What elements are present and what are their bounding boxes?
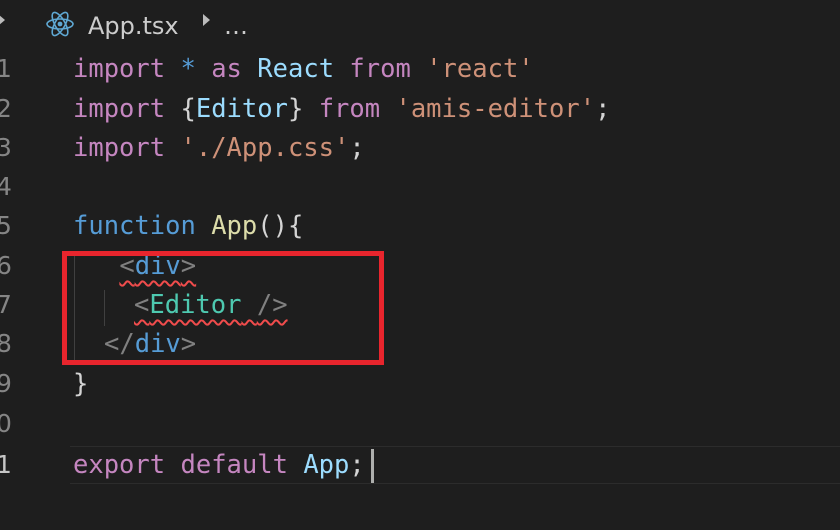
identifier: React	[257, 54, 335, 84]
line-number: 8	[0, 329, 12, 358]
function-name: App	[211, 211, 258, 241]
keyword: function	[73, 211, 196, 241]
keyword: import	[73, 133, 166, 163]
line-number: 1	[0, 54, 12, 83]
line-number: 7	[0, 290, 12, 319]
chevron-right-icon	[203, 14, 210, 26]
punctuation: ()	[257, 211, 288, 241]
line-number: 5	[0, 211, 12, 240]
keyword: export	[73, 450, 166, 480]
line-number: 9	[0, 369, 12, 398]
text-cursor	[371, 449, 374, 483]
keyword: import	[73, 54, 166, 84]
chevron-right-icon[interactable]	[0, 14, 5, 26]
line-number: 2	[0, 94, 12, 123]
identifier: App	[303, 450, 350, 480]
punctuation: ;	[349, 133, 365, 163]
keyword: import	[73, 94, 166, 124]
breadcrumb-ellipsis[interactable]: …	[224, 9, 248, 43]
code-line-5[interactable]: function App(){	[73, 206, 303, 246]
operator: *	[180, 54, 196, 84]
line-number: 3	[0, 133, 12, 162]
breadcrumb: App.tsx …	[0, 0, 840, 50]
line-number: 6	[0, 251, 12, 280]
punctuation: }	[287, 94, 304, 124]
punctuation: ;	[595, 94, 611, 124]
code-line-9[interactable]: }	[73, 364, 88, 404]
code-line-2[interactable]: import {Editor} from 'amis-editor';	[73, 89, 610, 129]
keyword: default	[180, 450, 288, 480]
breadcrumb-file-name[interactable]: App.tsx	[88, 9, 179, 43]
react-icon	[46, 11, 74, 37]
keyword: from	[318, 94, 381, 124]
punctuation: ;	[349, 450, 365, 480]
code-line-3[interactable]: import './App.css';	[73, 128, 365, 168]
identifier: Editor	[195, 94, 288, 124]
string-literal: './App.css'	[180, 133, 350, 163]
line-number: 4	[0, 172, 12, 201]
keyword: from	[349, 54, 411, 84]
punctuation: }	[73, 369, 89, 399]
keyword: as	[211, 54, 242, 84]
string-literal: 'amis-editor'	[395, 94, 596, 124]
line-number: 0	[0, 409, 12, 438]
annotation-highlight-box	[62, 251, 384, 365]
string-literal: 'react'	[426, 54, 534, 84]
punctuation: {	[287, 211, 304, 241]
code-line-11[interactable]: export default App;	[73, 445, 365, 485]
line-number-active: 1	[0, 450, 12, 479]
punctuation: {	[180, 94, 196, 124]
code-line-1[interactable]: import * as React from 'react'	[73, 49, 534, 89]
